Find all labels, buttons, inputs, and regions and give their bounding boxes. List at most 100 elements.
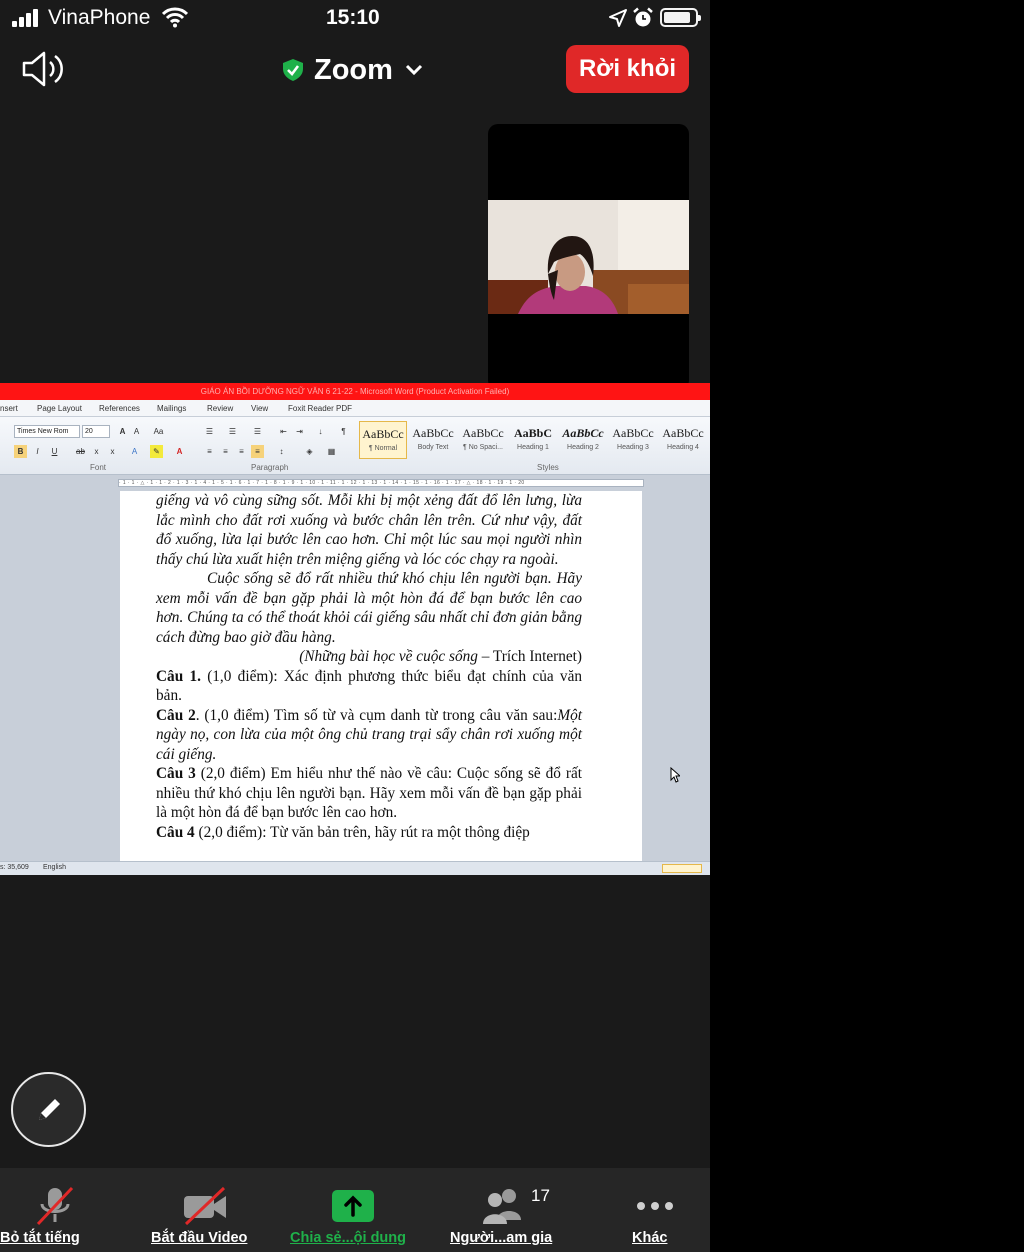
pilcrow-icon: ¶ <box>341 427 346 436</box>
participants-label: Người...am gia <box>450 1230 553 1246</box>
document-body: giếng và vô cùng sững sốt. Mỗi khi bị mộ… <box>156 491 582 842</box>
menu-insert: nsert <box>0 404 18 413</box>
style-heading-2: AaBbCc Heading 2 <box>562 426 604 451</box>
style-normal: AaBbCc ¶ Normal <box>359 421 407 459</box>
style-heading-4: AaBbCc Heading 4 <box>662 426 704 451</box>
question-1: Câu 1. (1,0 điểm): Xác định phương thức … <box>156 667 583 705</box>
letterbox-right <box>710 0 1024 1252</box>
wifi-icon <box>162 7 188 28</box>
multilevel-list-icon: ☰ <box>253 427 262 436</box>
menu-page-layout: Page Layout <box>37 404 82 413</box>
word-status-bar: s: 35,609 English <box>0 861 710 875</box>
increase-indent-icon: ⇥ <box>296 427 303 436</box>
highlight-icon: ✎ <box>150 445 163 458</box>
numbering-icon: ☰ <box>228 427 237 436</box>
style-heading-1: AaBbC Heading 1 <box>513 426 552 451</box>
font-name-box: Times New Rom <box>14 425 80 438</box>
question-2: Câu 2. (1,0 điểm) Tìm số từ và cụm danh … <box>156 706 582 763</box>
group-paragraph-label: Paragraph <box>251 463 289 472</box>
more-button[interactable]: Khác <box>620 1168 690 1252</box>
word-count: s: 35,609 <box>0 864 29 871</box>
borders-icon: ▦ <box>327 447 336 456</box>
leave-button[interactable]: Rời khỏi <box>566 45 689 93</box>
mute-label: Bỏ tắt tiếng <box>0 1230 80 1246</box>
participant-video-tile[interactable] <box>488 124 689 390</box>
location-arrow-icon <box>609 9 627 27</box>
group-styles-label: Styles <box>537 463 559 472</box>
font-color-icon: A <box>176 447 183 456</box>
share-screen-icon <box>332 1190 374 1222</box>
carrier-name: VinaPhone <box>48 6 151 29</box>
grow-font-icon: A <box>119 427 126 436</box>
question-4: Câu 4 (2,0 điểm): Từ văn bản trên, hãy r… <box>156 823 530 841</box>
group-font-label: Font <box>90 463 107 472</box>
meeting-top-bar: Zoom Rời khỏi <box>0 36 710 110</box>
text-effects-icon: A <box>131 447 138 456</box>
document-page: giếng và vô cùng sững sốt. Mỗi khi bị mộ… <box>120 491 642 861</box>
word-menu-bar: nsert Page Layout References Mailings Re… <box>0 400 710 417</box>
align-right-icon: ≡ <box>239 447 244 456</box>
signal-icon <box>12 9 42 27</box>
superscript-icon: x <box>110 447 115 456</box>
question-3: Câu 3 (2,0 điểm) Em hiểu như thế nào về … <box>156 765 582 821</box>
mute-button[interactable]: Bỏ tắt tiếng <box>0 1168 110 1252</box>
horizontal-ruler: · 1 · 1 · △ · 1 · 1 · 2 · 1 · 3 · 1 · 4 … <box>118 479 644 487</box>
meeting-toolbar: Bỏ tắt tiếng Bắt đầu Video Chia sẻ...ội … <box>0 1168 710 1252</box>
source-line: (Những bài học về cuộc sống – Trích Inte… <box>299 648 582 665</box>
menu-review: Review <box>207 404 234 413</box>
shared-screen[interactable]: GIÁO ÁN BỒI DƯỠNG NGỮ VĂN 6 21-22 - Micr… <box>0 383 710 875</box>
battery-icon <box>660 8 701 27</box>
paragraph-1: giếng và vô cùng sững sốt. Mỗi khi bị mộ… <box>156 492 582 568</box>
mouse-cursor-icon <box>670 767 680 783</box>
change-case-icon: Aa <box>153 427 164 436</box>
view-buttons <box>662 864 702 873</box>
start-video-label: Bắt đầu Video <box>151 1230 248 1246</box>
pencil-icon <box>38 1098 60 1120</box>
style-no-spacing: AaBbCc ¶ No Spaci... <box>462 426 504 451</box>
line-spacing-icon: ↕ <box>279 447 284 456</box>
meeting-title-dropdown[interactable]: Zoom <box>282 50 423 90</box>
speaker-icon[interactable] <box>20 50 66 88</box>
clock: 15:10 <box>326 6 380 29</box>
chevron-down-icon <box>405 64 422 76</box>
participants-icon <box>483 1189 521 1224</box>
sort-icon: ↓ <box>318 427 323 436</box>
font-size-box: 20 <box>82 425 110 438</box>
align-center-icon: ≡ <box>223 447 228 456</box>
italic-icon: I <box>36 447 39 456</box>
paragraph-2: Cuộc sống sẽ đổ rất nhiều thứ khó chịu l… <box>156 570 582 646</box>
underline-icon: U <box>51 447 58 456</box>
participant-video-frame <box>488 200 689 314</box>
shading-icon: ◈ <box>306 447 313 456</box>
bold-icon: B <box>14 445 27 458</box>
decrease-indent-icon: ⇤ <box>280 427 287 436</box>
style-body-text: AaBbCc Body Text <box>412 426 454 451</box>
menu-view: View <box>251 404 269 413</box>
language: English <box>43 864 66 871</box>
menu-foxit: Foxit Reader PDF <box>288 404 353 413</box>
strikethrough-icon: ab <box>76 447 85 456</box>
more-dots-icon <box>637 1202 673 1210</box>
style-heading-3: AaBbCc Heading 3 <box>612 426 654 451</box>
status-bar: VinaPhone 15:10 <box>0 0 710 36</box>
word-ribbon: Times New Rom 20 A A Aa B I U ab x x A ✎… <box>0 417 710 475</box>
bullets-icon: ☰ <box>205 427 214 436</box>
menu-references: References <box>99 404 140 413</box>
subscript-icon: x <box>94 447 99 456</box>
word-title-bar: GIÁO ÁN BỒI DƯỠNG NGỮ VĂN 6 21-22 - Micr… <box>0 383 710 400</box>
menu-mailings: Mailings <box>157 404 187 413</box>
justify-icon: ≡ <box>251 445 264 458</box>
muted-mic-icon <box>36 1186 74 1226</box>
annotate-button[interactable] <box>11 1072 86 1147</box>
alarm-icon <box>633 7 653 27</box>
start-video-button[interactable]: Bắt đầu Video <box>150 1168 260 1252</box>
shrink-font-icon: A <box>133 427 140 436</box>
share-content-button[interactable]: Chia sẻ...ội dung <box>290 1168 420 1252</box>
share-content-label: Chia sẻ...ội dung <box>290 1230 407 1246</box>
align-left-icon: ≡ <box>207 447 212 456</box>
zoom-meeting-screen: VinaPhone 15:10 Zoom Rời khỏi GIÁO ÁN BỒ… <box>0 0 710 1252</box>
participants-button[interactable]: Người...am gia <box>449 1168 564 1252</box>
shield-check-icon <box>283 59 303 81</box>
participant-count-badge: 17 <box>531 1186 550 1205</box>
video-off-icon <box>184 1186 226 1226</box>
